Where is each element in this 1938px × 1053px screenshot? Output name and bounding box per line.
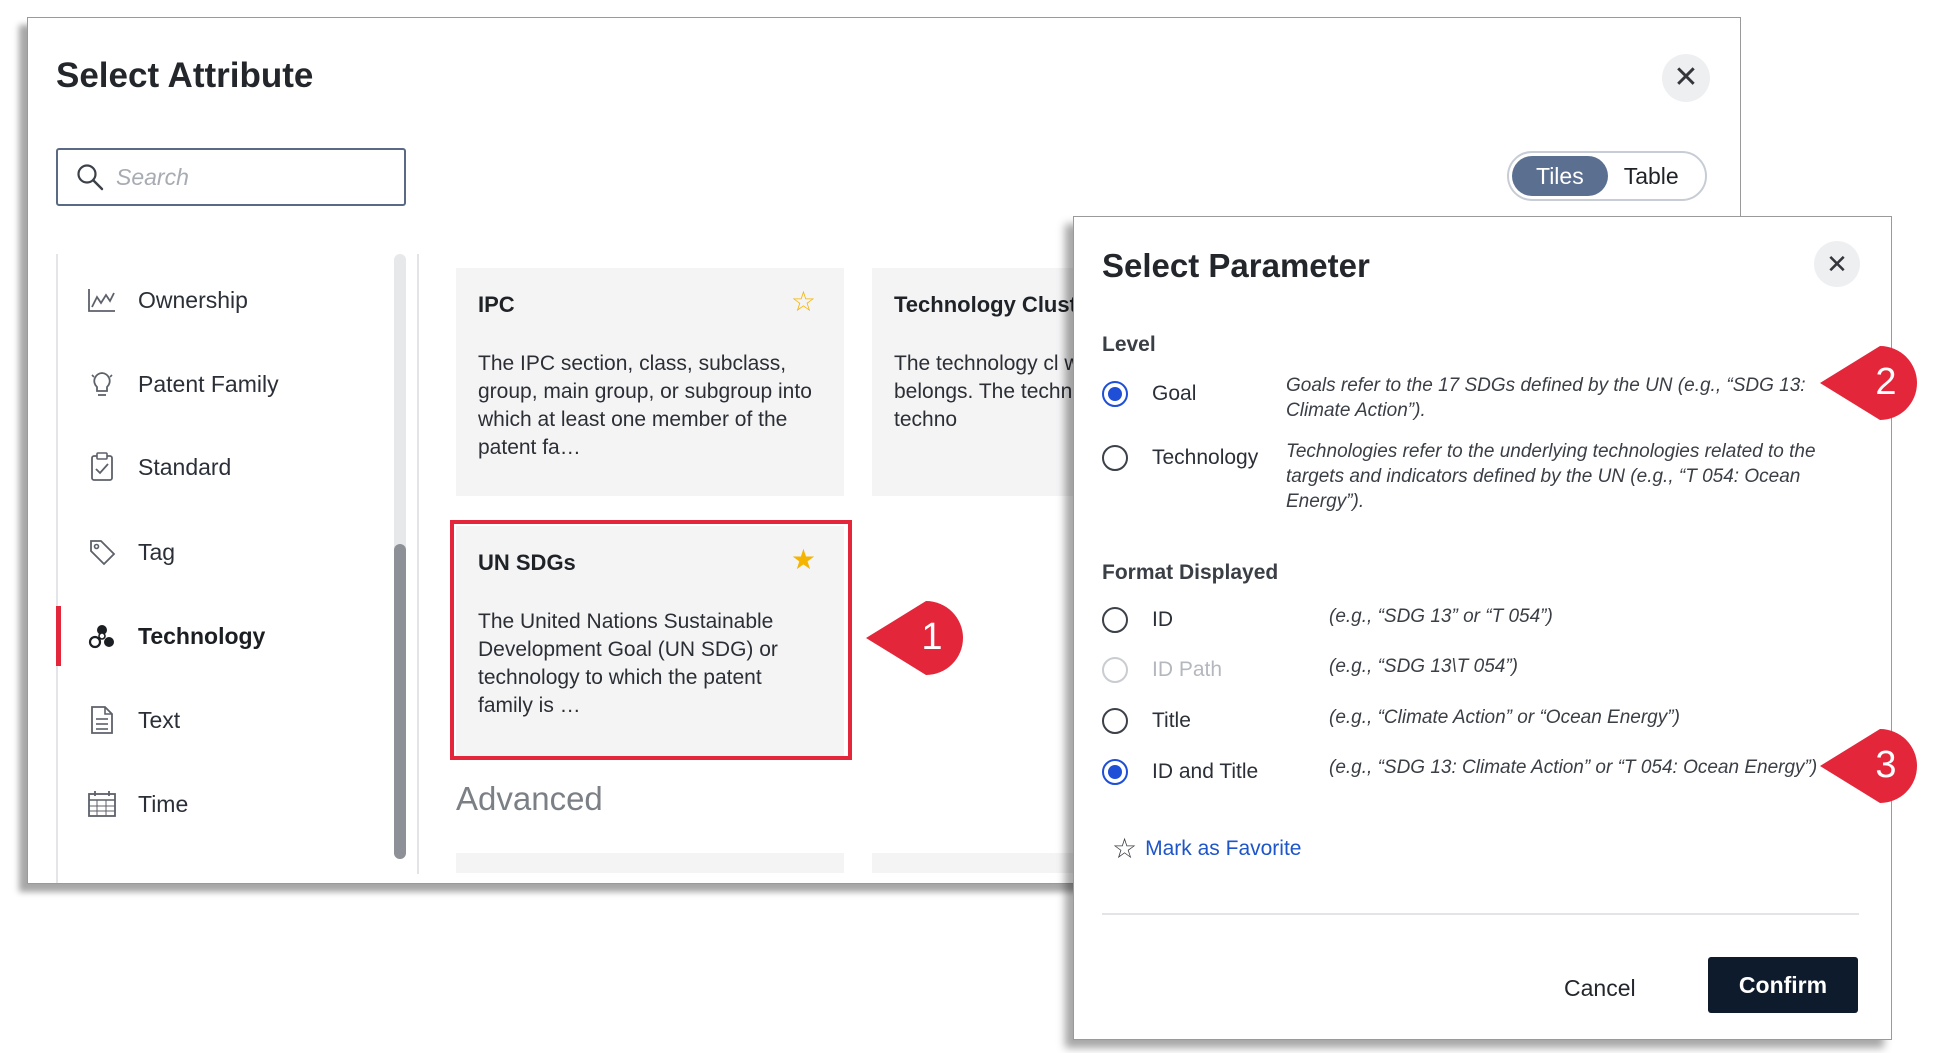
scrollbar-thumb[interactable] [394,544,406,859]
atom-icon [82,622,122,650]
search-icon [77,164,104,191]
callout-3: 3 [1820,727,1938,805]
format-option-title[interactable]: Title [1102,708,1288,734]
table-view-button[interactable]: Table [1608,156,1703,196]
option-description: (e.g., “SDG 13\T 054”) [1329,656,1519,677]
star-outline-icon: ☆ [1112,833,1138,864]
sidebar-item-text[interactable]: Text [56,690,386,750]
tiles-view-button[interactable]: Tiles [1512,156,1608,196]
footer-divider [1102,913,1859,915]
radio-label: ID [1152,608,1173,631]
sidebar-item-label: Tag [138,538,176,565]
callout-2: 2 [1820,344,1938,422]
favorite-link-label: Mark as Favorite [1145,837,1302,860]
cancel-button[interactable]: Cancel [1564,975,1636,1002]
sidebar-item-ownership[interactable]: Ownership [56,270,386,330]
section-heading-advanced: Advanced [456,780,603,817]
callout-1: 1 [866,599,984,677]
select-parameter-dialog: Select Parameter ✕ Level Goal Goals refe… [1073,216,1892,1040]
sidebar-item-label: Standard [138,453,232,480]
radio-label: ID Path [1152,658,1223,681]
dialog-title: Select Attribute [56,56,314,95]
highlight-box [450,520,852,760]
tile-title: IPC [478,292,515,317]
option-description: (e.g., “Climate Action” or “Ocean Energy… [1329,707,1680,728]
radio-button[interactable] [1102,607,1128,633]
format-option-id-and-title[interactable]: ID and Title [1102,759,1288,785]
calendar-icon [82,790,122,818]
callout-number: 2 [1875,361,1897,403]
level-option-goal[interactable]: Goal [1102,381,1288,407]
search-input[interactable] [114,162,378,192]
sidebar-divider [417,254,419,874]
line-chart-icon [82,287,122,313]
clipboard-icon [82,452,122,482]
option-description: Goals refer to the 17 SDGs defined by th… [1286,375,1806,421]
format-option-id[interactable]: ID [1102,607,1288,633]
sidebar-item-standard[interactable]: Standard [56,437,386,497]
radio-label: Title [1152,709,1191,732]
radio-label: ID and Title [1152,760,1259,783]
tag-icon [82,538,122,566]
radio-label: Technology [1152,446,1259,469]
mark-as-favorite-link[interactable]: ☆ Mark as Favorite [1112,835,1301,863]
search-box[interactable] [56,148,406,206]
tile-description: The IPC section, class, subclass, group,… [478,352,812,459]
sidebar-scrollbar[interactable] [394,254,406,859]
sidebar-item-tag[interactable]: Tag [56,522,386,582]
sidebar-item-label: Technology [138,622,266,649]
format-option-id-path: ID Path [1102,657,1288,683]
option-description: (e.g., “SDG 13: Climate Action” or “T 05… [1329,757,1818,778]
format-displayed-label: Format Displayed [1102,561,1279,584]
sidebar-item-label: Text [138,706,181,733]
close-icon: ✕ [1673,61,1699,94]
radio-button [1102,657,1128,683]
sidebar-item-technology[interactable]: Technology [56,606,386,666]
sidebar-item-time[interactable]: Time [56,774,386,834]
tile-partial[interactable] [456,853,844,873]
sidebar-item-label: Time [138,790,189,817]
confirm-button[interactable]: Confirm [1708,957,1858,1013]
radio-button[interactable] [1102,759,1128,785]
star-outline-icon[interactable]: ☆ [791,288,816,316]
sidebar-item-label: Ownership [138,286,248,313]
radio-label: Goal [1152,382,1197,405]
radio-button[interactable] [1102,445,1128,471]
level-option-technology[interactable]: Technology [1102,445,1288,471]
close-button[interactable]: ✕ [1814,241,1860,287]
tile-ipc[interactable]: IPC The IPC section, class, subclass, gr… [456,268,844,496]
radio-button[interactable] [1102,708,1128,734]
radio-button[interactable] [1102,381,1128,407]
document-icon [82,705,122,735]
sidebar-item-label: Patent Family [138,370,279,397]
category-sidebar: Ownership Patent Family Standard Tag Tec… [56,254,419,883]
dialog-title: Select Parameter [1102,247,1370,284]
lightbulb-icon [82,369,122,399]
close-button[interactable]: ✕ [1662,54,1710,102]
level-label: Level [1102,333,1156,356]
view-toggle[interactable]: Tiles Table [1507,151,1707,201]
sidebar-item-patent-family[interactable]: Patent Family [56,354,386,414]
callout-number: 1 [921,616,943,658]
option-description: Technologies refer to the underlying tec… [1286,441,1816,512]
callout-number: 3 [1875,744,1897,786]
option-description: (e.g., “SDG 13” or “T 054”) [1329,606,1553,627]
close-icon: ✕ [1826,249,1848,279]
